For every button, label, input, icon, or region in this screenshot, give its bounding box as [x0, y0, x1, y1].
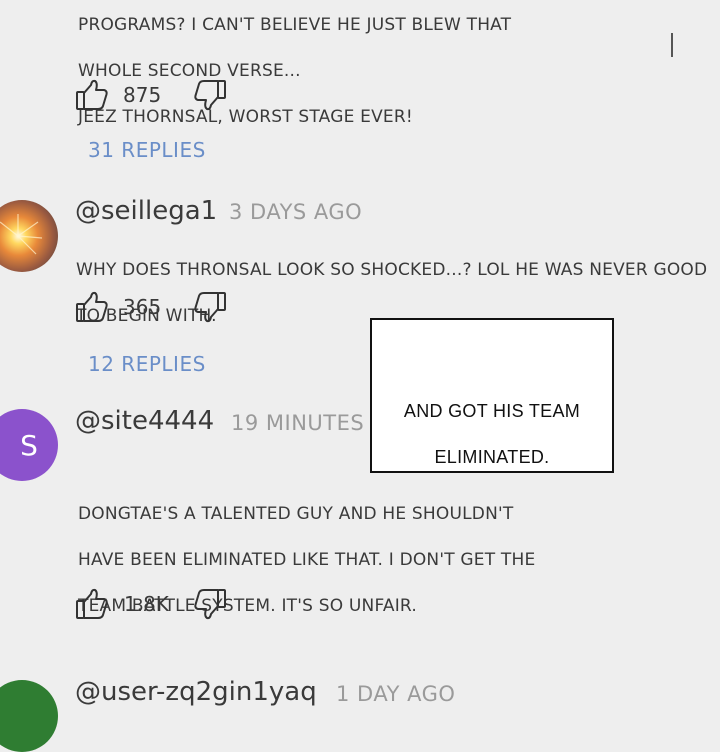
like-count: 875: [123, 83, 162, 107]
thumbs-up-icon: [76, 79, 108, 110]
avatar-letter: S: [20, 428, 38, 462]
thumbs-down-icon: [194, 292, 226, 323]
text-cursor: [671, 33, 673, 57]
dislike-button[interactable]: [192, 289, 228, 325]
avatar[interactable]: [0, 200, 58, 272]
caption-text: AND GOT HIS TEAM ELIMINATED.: [372, 377, 612, 492]
thumbs-up-icon: [76, 291, 108, 322]
comment-text-line: HAVE BEEN ELIMINATED LIKE THAT. I DON'T …: [78, 550, 536, 570]
like-button[interactable]: [74, 77, 110, 113]
dislike-button[interactable]: [192, 586, 228, 622]
comment-text-line: DONGTAE'S A TALENTED GUY AND HE SHOULDN'…: [78, 504, 514, 524]
avatar[interactable]: [0, 680, 58, 752]
thumbs-down-icon: [194, 589, 226, 620]
comment-text: DONGTAE'S A TALENTED GUY AND HE SHOULDN'…: [78, 480, 535, 641]
comment-text-line: WHOLE SECOND VERSE...: [78, 61, 301, 81]
thumbs-down-icon: [194, 80, 226, 111]
like-count: 365: [123, 295, 162, 319]
timestamp: 1 DAY AGO: [336, 682, 456, 706]
dislike-button[interactable]: [192, 77, 228, 113]
replies-link[interactable]: 12 REPLIES: [88, 352, 206, 376]
comment-text-line: WHY DOES THRONSAL LOOK SO SHOCKED...? LO…: [76, 260, 708, 280]
sunset-avatar-image: [0, 200, 58, 272]
like-button[interactable]: [74, 586, 110, 622]
caption-line: ELIMINATED.: [434, 447, 550, 467]
like-button[interactable]: [74, 289, 110, 325]
caption-line: AND GOT HIS TEAM: [403, 401, 581, 421]
like-count: 1.8K: [124, 592, 169, 616]
username[interactable]: @seillega1: [75, 196, 217, 226]
username[interactable]: @user-zq2gin1yaq: [75, 677, 317, 707]
avatar[interactable]: S: [0, 409, 58, 481]
thumbs-up-icon: [76, 588, 108, 619]
username[interactable]: @site4444: [75, 406, 214, 436]
comment-text: PROGRAMS? I CAN'T BELIEVE HE JUST BLEW T…: [78, 0, 511, 152]
caption-box: AND GOT HIS TEAM ELIMINATED.: [370, 318, 614, 473]
replies-link[interactable]: 31 REPLIES: [88, 138, 206, 162]
timestamp: 3 DAYS AGO: [229, 200, 363, 224]
comment-text-line: JEEZ THORNSAL, WORST STAGE EVER!: [78, 107, 413, 127]
comment-text-line: PROGRAMS? I CAN'T BELIEVE HE JUST BLEW T…: [78, 15, 512, 35]
